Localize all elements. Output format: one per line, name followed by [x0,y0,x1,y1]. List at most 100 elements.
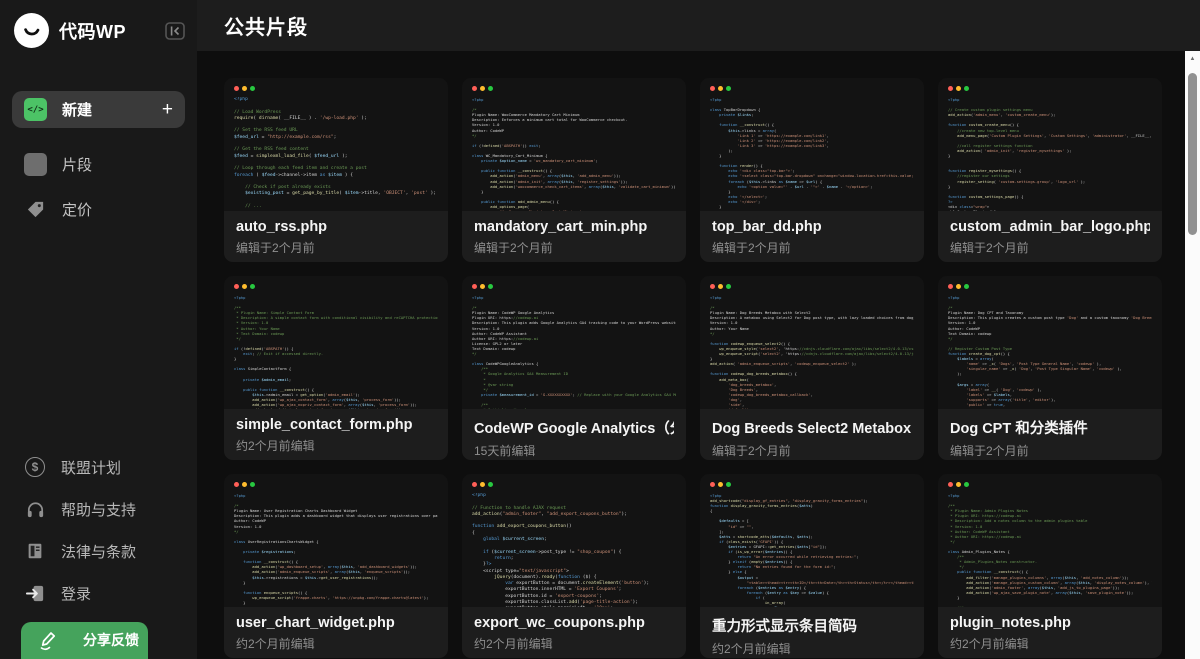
snippet-title: mandatory_cart_min.php [474,219,674,235]
sidebar-item-label: 片段 [62,154,92,175]
dot-red-icon [710,284,715,289]
card-footer: plugin_notes.php 约2个月前编辑 [938,607,1162,658]
dollar-icon: $ [25,457,45,477]
codewp-logo-icon [14,13,49,48]
code-preview: <?php // Load WordPress require( dirname… [224,78,448,211]
card-footer: 重力形式显示条目简码 约2个月前编辑 [700,607,924,658]
sidebar-item-legal[interactable]: 法律与条款 [0,530,197,572]
code-text: <?php /** * Plugin Name: Simple Contact … [234,295,438,409]
logo-row: 代码WP [0,0,197,61]
pencil-icon [37,629,59,651]
sidebar: 代码WP </> 新建 + 片段 定价 $ 联盟计划 [0,0,197,659]
sidebar-item-headset[interactable]: 帮助与支持 [0,488,197,530]
code-text: <?php /* Plugin Name: WooCommerce Mandat… [472,97,676,211]
snippet-edited-time: 约2个月前编辑 [950,635,1150,652]
vertical-scrollbar[interactable]: ▲ [1185,51,1200,659]
code-preview: <?php // Create custom plugin settings m… [938,78,1162,211]
snippet-card[interactable]: <?php class TopBarDropdown { private $li… [700,78,924,262]
code-preview: <?php /** * Plugin Name: Admin Plugins N… [938,474,1162,607]
snippet-title: 重力形式显示条目简码 [712,615,912,636]
sidebar-item-login[interactable]: 登录 [0,572,197,614]
dot-green-icon [488,482,493,487]
snippet-edited-time: 编辑于2个月前 [236,239,436,256]
dot-red-icon [234,284,239,289]
snippet-grid: <?php // Load WordPress require( dirname… [224,78,1200,658]
collapse-sidebar-icon[interactable] [165,22,185,40]
dot-yellow-icon [480,86,485,91]
snippet-title: custom_admin_bar_logo.php [950,219,1150,235]
sidebar-item-icon: $ [24,457,46,477]
dot-red-icon [710,482,715,487]
snippet-edited-time: 15天前编辑 [474,442,674,459]
snippet-card[interactable]: <?php /* Plugin Name: WooCommerce Mandat… [462,78,686,262]
dot-yellow-icon [956,86,961,91]
sidebar-item-new[interactable]: </> 新建 + [12,91,185,128]
sidebar-item-label: 定价 [62,199,92,220]
snippet-card[interactable]: <?php add_shortcode("display_gf_entries"… [700,474,924,658]
snippet-card[interactable]: <?php /* Plugin Name: Dog Breeds Metabox… [700,276,924,460]
dot-red-icon [472,86,477,91]
code-preview: <?php /* Plugin Name: WooCommerce Mandat… [462,78,686,211]
code-preview: <?php add_shortcode("display_gf_entries"… [700,474,924,607]
sidebar-item-label: 法律与条款 [61,541,136,562]
share-feedback-button[interactable]: 分享反馈 [21,622,148,659]
plus-icon[interactable]: + [162,100,173,119]
snippet-edited-time: 编辑于2个月前 [950,239,1150,256]
code-text: <?php /* Plugin Name: Dog Breeds Metabox… [710,295,914,409]
window-dots [948,86,1152,91]
scroll-up-arrow-icon[interactable]: ▲ [1185,51,1200,67]
card-footer: top_bar_dd.php 编辑于2个月前 [700,211,924,262]
card-footer: export_wc_coupons.php 约2个月前编辑 [462,607,686,658]
snippet-card[interactable]: <?php // Function to handle AJAX request… [462,474,686,658]
sidebar-item-icon [24,153,47,176]
snippet-card[interactable]: <?php /* Plugin Name: Dog CPT and Taxono… [938,276,1162,460]
dot-green-icon [726,284,731,289]
sidebar-bottom-nav: $ 联盟计划 帮助与支持 法律与条款 登录 分享反馈 [0,446,197,659]
snippet-edited-time: 约2个月前编辑 [712,640,912,657]
snippet-edited-time: 编辑于2个月前 [474,239,674,256]
snippet-card[interactable]: <?php // Load WordPress require( dirname… [224,78,448,262]
dot-green-icon [250,482,255,487]
dot-red-icon [710,86,715,91]
code-preview: <?php /* Plugin Name: User Registration … [224,474,448,607]
sidebar-item-label: 新建 [62,99,92,120]
snippet-edited-time: 编辑于2个月前 [712,442,912,459]
sidebar-item-code[interactable]: 片段 [0,142,197,187]
page-header: 公共片段 [197,0,1200,51]
snippet-card[interactable]: <?php /** * Plugin Name: Admin Plugins N… [938,474,1162,658]
code-preview: <?php /** * Plugin Name: Simple Contact … [224,276,448,409]
sidebar-item-icon [24,499,46,520]
dot-red-icon [472,284,477,289]
dot-green-icon [726,86,731,91]
sidebar-item-tag[interactable]: 定价 [0,187,197,232]
snippet-card[interactable]: <?php // Create custom plugin settings m… [938,78,1162,262]
dot-yellow-icon [718,284,723,289]
dot-green-icon [488,284,493,289]
dot-red-icon [234,86,239,91]
code-text: <?php // Function to handle AJAX request… [472,493,676,607]
snippet-card[interactable]: <?php /* Plugin Name: CodeWP Google Anal… [462,276,686,460]
scrollbar-thumb[interactable] [1188,73,1197,235]
sidebar-item-dollar[interactable]: $ 联盟计划 [0,446,197,488]
snippet-title: user_chart_widget.php [236,615,436,631]
snippet-edited-time: 编辑于2个月前 [712,239,912,256]
code-text: <?php /** * Plugin Name: Admin Plugins N… [948,493,1152,607]
dot-yellow-icon [956,284,961,289]
dot-green-icon [250,284,255,289]
code-text: <?php // Load WordPress require( dirname… [234,97,438,210]
legal-doc-icon [25,541,45,561]
snippet-card[interactable]: <?php /* Plugin Name: User Registration … [224,474,448,658]
window-dots [710,284,914,289]
dot-red-icon [948,86,953,91]
dot-green-icon [964,86,969,91]
dot-red-icon [948,482,953,487]
dot-green-icon [488,86,493,91]
dot-yellow-icon [242,284,247,289]
snippet-title: Dog CPT 和分类插件 [950,417,1150,438]
card-footer: Dog CPT 和分类插件 编辑于2个月前 [938,409,1162,460]
sidebar-item-icon [24,199,47,220]
snippet-title: CodeWP Google Analytics（分析）集成 [474,417,674,438]
dot-red-icon [948,284,953,289]
snippet-card[interactable]: <?php /** * Plugin Name: Simple Contact … [224,276,448,460]
login-icon [25,583,46,604]
